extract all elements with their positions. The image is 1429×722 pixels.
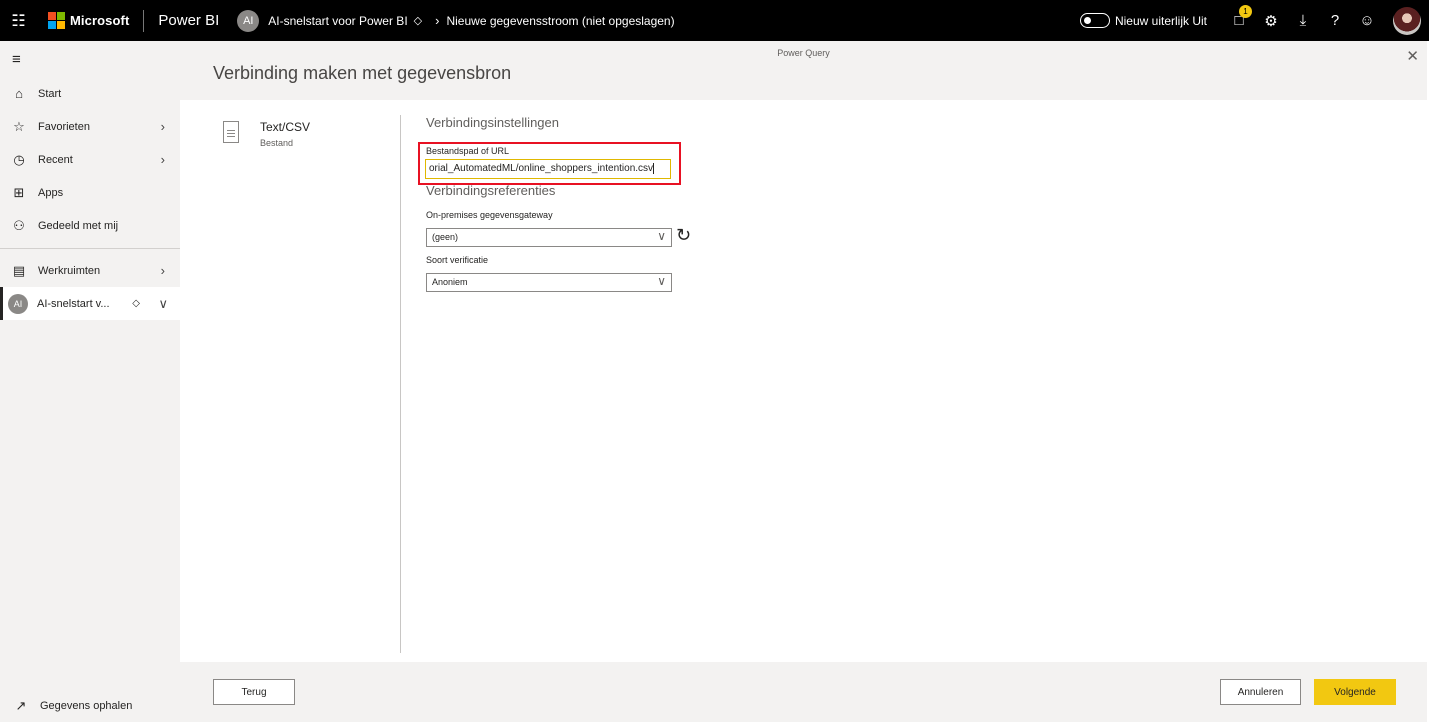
- auth-label: Soort verificatie: [426, 255, 489, 265]
- refresh-icon[interactable]: ↻: [676, 225, 691, 246]
- chevron-right-icon[interactable]: ›: [161, 263, 165, 278]
- nav-item-label: Favorieten: [38, 120, 90, 133]
- credentials-title: Verbindingsreferenties: [426, 183, 556, 198]
- dialog-header: Power Query Verbinding maken met gegeven…: [180, 41, 1427, 100]
- nav-item-label: AI-snelstart v...: [37, 297, 110, 310]
- new-look-toggle[interactable]: [1079, 13, 1110, 28]
- notification-badge: 1: [1239, 5, 1252, 18]
- nav-item-label: Apps: [38, 186, 64, 199]
- auth-value: Anoniem: [432, 277, 468, 287]
- vertical-divider: [400, 115, 401, 653]
- chevron-right-icon[interactable]: ›: [161, 152, 165, 167]
- cancel-button[interactable]: Annuleren: [1220, 679, 1301, 705]
- app-label: Power Query: [777, 48, 830, 58]
- microsoft-logo-icon: [48, 12, 65, 29]
- brand-name: Microsoft: [70, 13, 130, 28]
- chevron-right-icon: ›: [435, 13, 440, 28]
- top-bar-actions: Nieuw uiterlijk Uit □ 1 ⚙ ⤓ ? ☺: [1079, 0, 1429, 41]
- download-icon[interactable]: ⤓: [1287, 0, 1319, 41]
- settings-title: Verbindingsinstellingen: [426, 115, 559, 130]
- breadcrumb-workspace[interactable]: AI-snelstart voor Power BI: [268, 14, 407, 28]
- nav-item-label: Start: [38, 87, 62, 100]
- highlight-box: [418, 142, 681, 185]
- feedback-smiley-icon[interactable]: ☺: [1351, 0, 1383, 41]
- nav-item-apps[interactable]: ⊞ Apps: [0, 176, 180, 209]
- left-navigation: ≡ ⌂ Start ☆ Favorieten › ◷ Recent › ⊞ Ap…: [0, 41, 180, 722]
- breadcrumb-page: Nieuwe gegevensstroom (niet opgeslagen): [446, 13, 675, 28]
- help-icon[interactable]: ?: [1319, 0, 1351, 41]
- hamburger-menu-icon[interactable]: ≡: [0, 41, 180, 77]
- nav-item-favorites[interactable]: ☆ Favorieten ›: [0, 110, 180, 143]
- auth-select[interactable]: Anoniem ∨: [426, 273, 672, 292]
- home-icon: ⌂: [15, 86, 23, 101]
- shared-icon: ⚇: [13, 217, 25, 233]
- dialog-title: Verbinding maken met gegevensbron: [213, 63, 512, 83]
- next-button[interactable]: Volgende: [1314, 679, 1396, 705]
- nav-item-active-workspace[interactable]: AI AI-snelstart v... ◇ ∨: [0, 287, 180, 320]
- connector-name: Text/CSV: [260, 120, 311, 134]
- top-bar: ☷ Microsoft Power BI AI AI-snelstart voo…: [0, 0, 1429, 41]
- chevron-right-icon[interactable]: ›: [161, 119, 165, 134]
- microsoft-logo[interactable]: Microsoft: [48, 12, 129, 29]
- nav-item-recent[interactable]: ◷ Recent ›: [0, 143, 180, 176]
- file-icon: [223, 121, 239, 143]
- workspace-avatar: AI: [237, 9, 260, 32]
- nav-item-label: Gegevens ophalen: [40, 699, 133, 712]
- premium-diamond-icon: ◇: [413, 15, 423, 27]
- nav-item-workspaces[interactable]: ▤ Werkruimten ›: [0, 254, 180, 287]
- gateway-value: (geen): [432, 232, 459, 242]
- dialog-footer: Terug Annuleren Volgende: [180, 662, 1427, 722]
- apps-icon: ⊞: [13, 184, 25, 200]
- chevron-down-icon: ∨: [657, 274, 666, 288]
- back-button[interactable]: Terug: [213, 679, 295, 705]
- nav-item-start[interactable]: ⌂ Start: [0, 77, 180, 110]
- arrow-up-right-icon: ↗: [15, 697, 27, 713]
- product-name[interactable]: Power BI: [158, 12, 219, 29]
- star-icon: ☆: [13, 118, 25, 134]
- gateway-select[interactable]: (geen) ∨: [426, 228, 672, 247]
- breadcrumb: AI-snelstart voor Power BI ◇ › Nieuwe ge…: [268, 13, 674, 28]
- connector-card: Text/CSV Bestand: [223, 120, 310, 148]
- power-query-dialog: Power Query Verbinding maken met gegeven…: [180, 41, 1429, 722]
- chevron-down-icon[interactable]: ∨: [158, 296, 168, 312]
- workspaces-icon: ▤: [12, 262, 26, 278]
- nav-item-label: Recent: [38, 153, 73, 166]
- nav-item-label: Werkruimten: [38, 264, 101, 277]
- connection-settings: Verbindingsinstellingen Bestandspad of U…: [418, 115, 691, 292]
- user-avatar[interactable]: [1393, 6, 1421, 35]
- notifications-icon[interactable]: □ 1: [1223, 0, 1255, 41]
- nav-divider: [0, 248, 180, 249]
- settings-gear-icon[interactable]: ⚙: [1255, 0, 1287, 41]
- nav-item-get-data[interactable]: ↗ Gegevens ophalen: [0, 689, 180, 722]
- clock-icon: ◷: [13, 151, 25, 167]
- app-launcher-icon[interactable]: ☷: [0, 0, 37, 41]
- premium-diamond-icon: ◇: [132, 298, 140, 309]
- gateway-label: On-premises gegevensgateway: [426, 210, 553, 220]
- close-icon[interactable]: ✕: [1406, 47, 1419, 65]
- nav-item-label: Gedeeld met mij: [38, 219, 119, 232]
- connector-category: Bestand: [260, 138, 294, 148]
- nav-item-shared[interactable]: ⚇ Gedeeld met mij: [0, 209, 180, 242]
- workspace-avatar: AI: [8, 293, 28, 314]
- new-look-label: Nieuw uiterlijk Uit: [1114, 13, 1207, 28]
- chevron-down-icon: ∨: [657, 229, 666, 243]
- divider: [143, 9, 145, 32]
